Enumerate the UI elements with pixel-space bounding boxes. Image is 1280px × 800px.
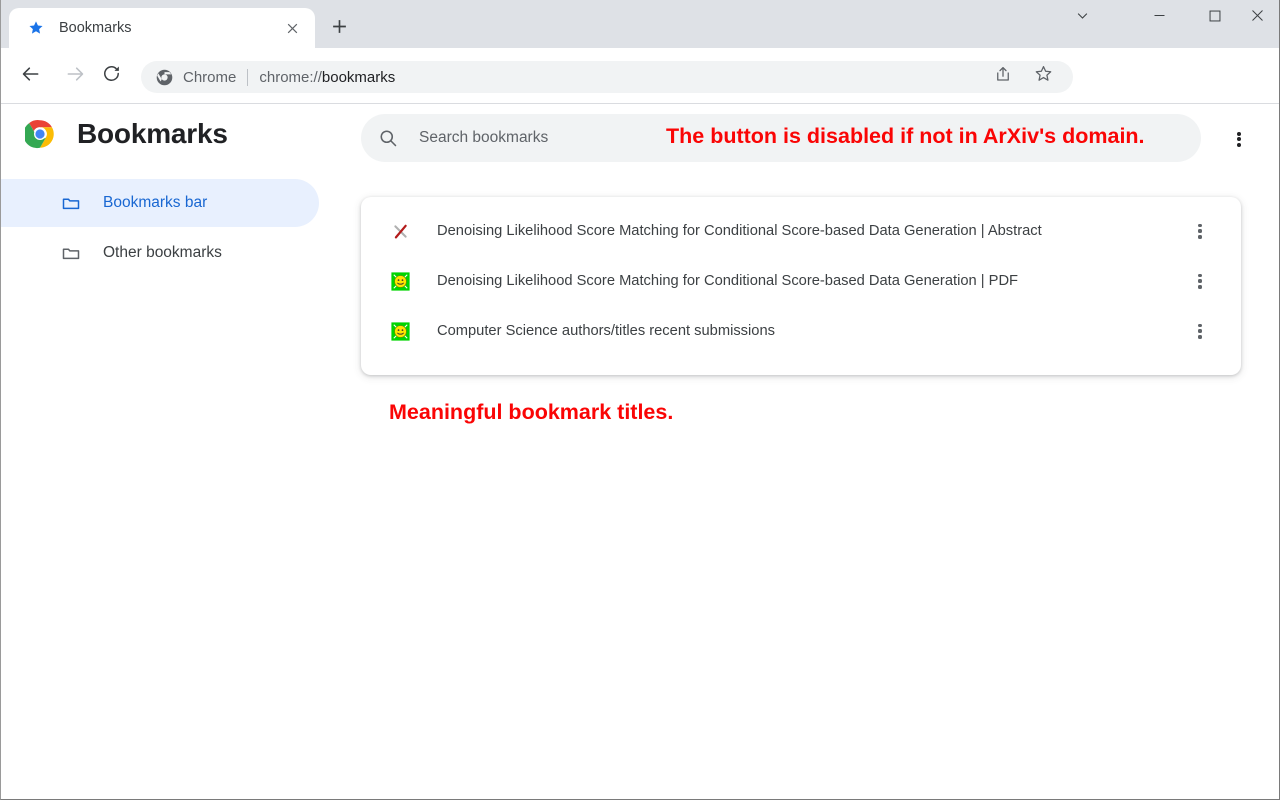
bookmark-row[interactable]: Computer Science authors/titles recent s… xyxy=(361,306,1241,356)
folder-icon xyxy=(61,193,81,213)
bookmark-title: Denoising Likelihood Score Matching for … xyxy=(437,223,1241,239)
chrome-logo-gray-icon xyxy=(155,68,173,86)
star-outline-icon xyxy=(1034,64,1053,88)
arxiv-logo-icon xyxy=(390,221,410,241)
folder-icon xyxy=(61,243,81,263)
bookmark-row-menu-button[interactable] xyxy=(1189,320,1211,342)
forward-button xyxy=(59,60,91,92)
sidebar-item-label: Other bookmarks xyxy=(103,244,222,262)
page-brand: Bookmarks xyxy=(25,118,228,150)
green-smiley-icon xyxy=(390,321,410,341)
reload-button[interactable] xyxy=(95,60,127,92)
three-dots-vertical-icon xyxy=(1198,224,1201,239)
tab-bookmarks[interactable]: Bookmarks xyxy=(9,8,315,48)
omnibox-url: chrome://bookmarks xyxy=(259,69,1073,86)
arrow-right-icon xyxy=(65,64,85,89)
bookmark-title: Denoising Likelihood Score Matching for … xyxy=(437,273,1241,289)
browser-toolbar: Chrome chrome://bookmarks xyxy=(1,48,1280,104)
bookmark-row-menu-button[interactable] xyxy=(1189,270,1211,292)
annotation-button-disabled: The button is disabled if not in ArXiv's… xyxy=(666,124,1145,149)
bookmark-row[interactable]: Denoising Likelihood Score Matching for … xyxy=(361,256,1241,306)
three-dots-vertical-icon xyxy=(1198,324,1201,339)
omnibox-divider xyxy=(247,69,248,86)
chrome-logo-icon xyxy=(25,119,55,149)
maximize-square-icon xyxy=(1208,9,1222,28)
annotation-meaningful-titles: Meaningful bookmark titles. xyxy=(389,400,673,425)
page-overflow-menu-button[interactable] xyxy=(1226,126,1252,152)
bookmarks-page: Bookmarks The button is disabled if not … xyxy=(1,105,1279,799)
close-window-button[interactable] xyxy=(1234,0,1280,36)
bookmark-row-menu-button[interactable] xyxy=(1189,220,1211,242)
new-tab-button[interactable] xyxy=(323,13,355,45)
bookmarks-sidebar: Bookmarks bar Other bookmarks xyxy=(1,179,341,279)
reload-icon xyxy=(102,64,121,88)
search-input[interactable] xyxy=(419,129,649,147)
url-host: bookmarks xyxy=(322,69,395,86)
sidebar-item-label: Bookmarks bar xyxy=(103,194,207,212)
omnibox-site-chip: Chrome xyxy=(183,69,236,86)
omnibox[interactable]: Chrome chrome://bookmarks xyxy=(141,61,1073,93)
maximize-button[interactable] xyxy=(1192,0,1238,36)
tab-search-button[interactable] xyxy=(1059,0,1105,36)
browser-window: Bookmarks xyxy=(0,0,1280,800)
share-icon xyxy=(994,65,1012,88)
bookmarks-list-card: Denoising Likelihood Score Matching for … xyxy=(361,197,1241,375)
minimize-icon xyxy=(1152,8,1167,28)
bookmark-title: Computer Science authors/titles recent s… xyxy=(437,323,1241,339)
url-scheme: chrome:// xyxy=(259,69,322,86)
green-smiley-icon xyxy=(390,271,410,291)
search-icon xyxy=(377,127,399,149)
back-button[interactable] xyxy=(15,60,47,92)
minimize-button[interactable] xyxy=(1136,0,1182,36)
page-title: Bookmarks xyxy=(77,118,228,150)
tab-title: Bookmarks xyxy=(59,20,279,36)
tab-strip: Bookmarks xyxy=(1,0,1280,48)
three-dots-vertical-icon xyxy=(1198,274,1201,289)
chevron-down-icon xyxy=(1075,8,1090,28)
close-x-icon xyxy=(1250,8,1265,28)
blue-star-icon xyxy=(27,19,45,37)
bookmark-star-button[interactable] xyxy=(1029,62,1057,90)
plus-icon xyxy=(331,18,348,40)
bookmark-row[interactable]: Denoising Likelihood Score Matching for … xyxy=(361,206,1241,256)
sidebar-item-bookmarks-bar[interactable]: Bookmarks bar xyxy=(1,179,319,227)
three-dots-vertical-icon xyxy=(1237,132,1241,147)
sidebar-item-other-bookmarks[interactable]: Other bookmarks xyxy=(1,229,341,277)
arrow-left-icon xyxy=(21,64,41,89)
close-icon[interactable] xyxy=(279,15,305,41)
share-button[interactable] xyxy=(989,62,1017,90)
